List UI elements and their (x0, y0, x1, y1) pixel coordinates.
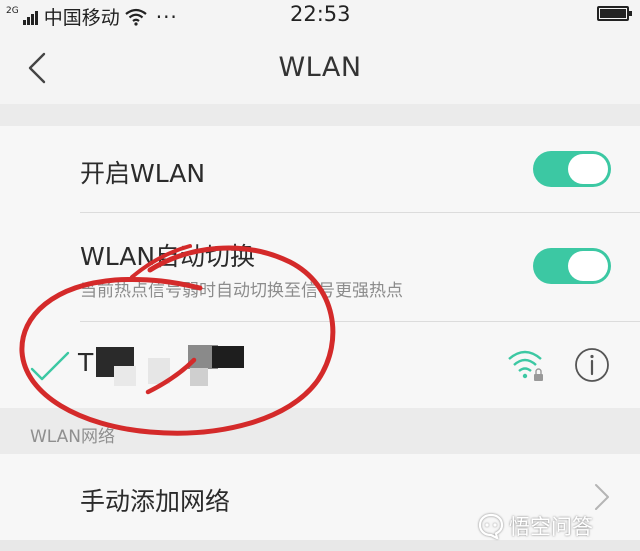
network-info-button[interactable] (574, 347, 610, 383)
wifi-lock-icon (508, 350, 543, 381)
nav-bar: WLAN (0, 32, 640, 104)
auto-switch-description: 当前热点信号弱时自动切换至信号更强热点 (80, 281, 403, 301)
bottom-gap (0, 540, 640, 551)
auto-switch-toggle[interactable] (533, 248, 611, 284)
enable-wlan-row: 开启WLAN (0, 126, 640, 212)
section-header: WLAN网络 (0, 408, 640, 454)
status-left: 2G 中国移动 ··· (6, 3, 178, 30)
wifi-icon (125, 8, 147, 26)
enable-wlan-label: 开启WLAN (80, 159, 206, 188)
auto-switch-label: WLAN自动切换 (80, 242, 256, 271)
check-icon (30, 351, 70, 381)
watermark-text: 悟空问答 (509, 515, 593, 539)
redaction-mask (212, 346, 244, 368)
enable-wlan-toggle[interactable] (533, 151, 611, 187)
status-bar: 2G 中国移动 ··· 22:53 (0, 0, 640, 32)
auto-switch-row: WLAN自动切换 当前热点信号弱时自动切换至信号更强热点 (0, 213, 640, 321)
section-header-label: WLAN网络 (30, 427, 116, 447)
battery-icon (597, 6, 632, 21)
speech-bubble-icon (478, 513, 504, 539)
signal-icon (22, 9, 38, 25)
watermark: 悟空问答 (478, 511, 593, 541)
info-icon (575, 348, 609, 382)
overflow-dots: ··· (155, 4, 178, 29)
redaction-mask (190, 368, 208, 386)
network-type: 2G (6, 5, 19, 16)
add-network-label: 手动添加网络 (80, 487, 231, 516)
network-ssid: T (78, 348, 94, 377)
clock: 22:53 (290, 2, 351, 26)
page-title: WLAN (278, 52, 362, 83)
carrier-name: 中国移动 (43, 7, 120, 29)
section-gap (0, 104, 640, 126)
chevron-right-icon (595, 484, 609, 510)
redaction-mask (148, 358, 170, 384)
redaction-mask (114, 366, 136, 386)
